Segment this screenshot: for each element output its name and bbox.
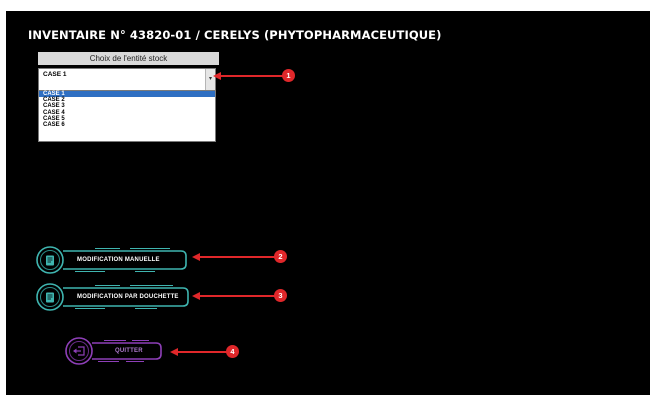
page-title: INVENTAIRE N° 43820-01 / CERELYS (PHYTOP… (28, 28, 442, 42)
callout-badge-3: 3 (274, 289, 287, 302)
callout-badge-2: 2 (274, 250, 287, 263)
app-screen: INVENTAIRE N° 43820-01 / CERELYS (PHYTOP… (6, 11, 650, 395)
callout-arrow-1 (213, 72, 285, 80)
scanner-button-label: MODIFICATION PAR DOUCHETTE (77, 294, 179, 300)
scanner-modification-button[interactable]: MODIFICATION PAR DOUCHETTE (35, 282, 189, 312)
stock-options-list: CASE 1 CASE 2 CASE 3 CASE 4 CASE 5 CASE … (38, 90, 216, 142)
document-edit-icon (46, 255, 54, 265)
document-scan-icon (46, 292, 54, 302)
callout-arrow-2 (192, 253, 276, 261)
callout-badge-1: 1 (282, 69, 295, 82)
callout-arrow-4 (170, 348, 228, 356)
quit-button[interactable]: QUITTER (64, 336, 164, 366)
stock-entity-select[interactable]: CASE 1 ▾ (38, 68, 216, 91)
callout-arrow-3 (192, 292, 276, 300)
manual-button-label: MODIFICATION MANUELLE (77, 257, 160, 263)
callout-badge-4: 4 (226, 345, 239, 358)
manual-modification-button[interactable]: MODIFICATION MANUELLE (35, 245, 187, 275)
logout-icon (73, 346, 85, 356)
stock-selector-header: Choix de l'entité stock (38, 52, 219, 65)
option-case-6[interactable]: CASE 6 (39, 122, 215, 128)
quit-button-label: QUITTER (115, 348, 143, 354)
select-current-value: CASE 1 (43, 71, 67, 78)
